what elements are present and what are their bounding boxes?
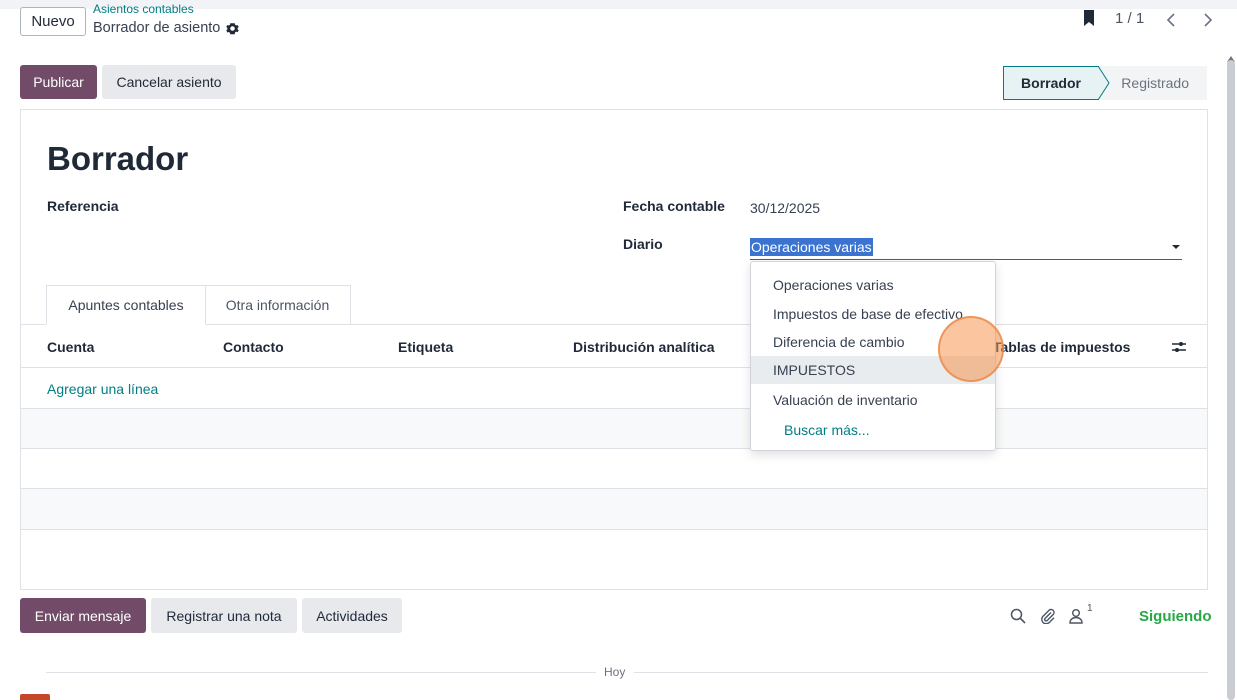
column-contact[interactable]: Contacto [223, 339, 284, 355]
breadcrumb-current: Borrador de asiento [93, 20, 240, 36]
avatar [20, 694, 50, 700]
chevron-left-icon [1166, 13, 1175, 27]
table-row-divider [20, 529, 1208, 530]
pager-prev-button[interactable] [1158, 7, 1184, 33]
journal-label: Diario [623, 236, 663, 252]
table-row [21, 489, 1207, 529]
today-divider [46, 672, 596, 673]
page-title: Borrador [47, 140, 189, 177]
status-stage-draft-label: Borrador [1021, 75, 1081, 91]
following-button[interactable]: Siguiendo [1139, 608, 1212, 625]
column-tax-grids[interactable]: Tablas de impuestos [993, 339, 1130, 355]
status-stage-posted-label: Registrado [1121, 75, 1189, 91]
column-label[interactable]: Etiqueta [398, 339, 453, 355]
column-account[interactable]: Cuenta [47, 339, 94, 355]
log-note-button[interactable]: Registrar una nota [151, 598, 297, 633]
table-row-divider [20, 448, 1208, 449]
date-label: Fecha contable [623, 198, 725, 214]
column-analytic[interactable]: Distribución analítica [573, 339, 715, 355]
today-divider [634, 672, 1208, 673]
publish-button[interactable]: Publicar [20, 65, 97, 99]
activities-button[interactable]: Actividades [302, 598, 402, 633]
breadcrumb-current-label: Borrador de asiento [93, 20, 221, 36]
add-line-link[interactable]: Agregar una línea [47, 381, 158, 397]
followers-icon[interactable] [1068, 608, 1084, 624]
bookmark-icon[interactable] [1083, 10, 1095, 26]
table-header-divider [20, 367, 1208, 368]
status-stage-draft[interactable]: Borrador [1003, 66, 1099, 100]
status-chevron-icon [1098, 66, 1110, 100]
chevron-right-icon [1204, 13, 1213, 27]
status-bar: Borrador Registrado [1003, 66, 1207, 100]
journal-input-value: Operaciones varias [750, 238, 873, 256]
pager-next-button[interactable] [1195, 7, 1221, 33]
search-icon[interactable] [1010, 608, 1026, 624]
pager-value[interactable]: 1 / 1 [1115, 10, 1144, 27]
column-settings-icon[interactable] [1171, 340, 1187, 354]
caret-down-icon[interactable] [1172, 245, 1180, 249]
gear-icon[interactable] [226, 22, 240, 35]
scrollbar[interactable] [1227, 60, 1235, 700]
paperclip-icon[interactable] [1040, 608, 1056, 624]
tab-journal-items[interactable]: Apuntes contables [46, 285, 206, 325]
today-label: Hoy [604, 665, 626, 679]
table-row [21, 409, 1207, 448]
reference-label: Referencia [47, 198, 119, 214]
dropdown-option[interactable]: Operaciones varias [751, 271, 995, 299]
dropdown-option[interactable]: Valuación de inventario [751, 386, 995, 414]
send-message-button[interactable]: Enviar mensaje [20, 598, 146, 633]
tab-other-info[interactable]: Otra información [205, 285, 351, 325]
search-more-link[interactable]: Buscar más... [751, 416, 995, 444]
followers-count: 1 [1087, 603, 1093, 614]
new-button[interactable]: Nuevo [20, 7, 86, 36]
breadcrumb-parent[interactable]: Asientos contables [93, 3, 194, 15]
cursor-highlight [938, 316, 1004, 382]
cancel-entry-button[interactable]: Cancelar asiento [102, 65, 236, 99]
status-stage-posted[interactable]: Registrado [1099, 66, 1207, 100]
journal-input[interactable]: Operaciones varias [750, 236, 1182, 260]
date-field[interactable]: 30/12/2025 [750, 200, 820, 216]
